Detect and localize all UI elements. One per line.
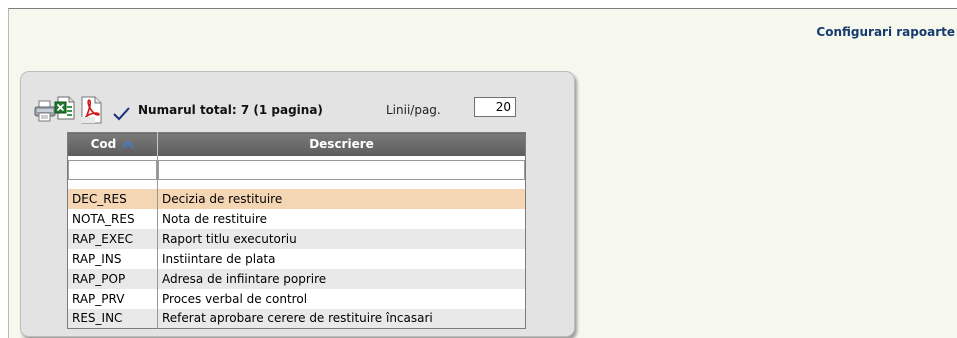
table-row[interactable]: RAP_INS Instiintare de plata xyxy=(67,248,526,269)
table-row[interactable]: RAP_POP Adresa de infiintare poprire xyxy=(67,268,526,289)
cell-description: Raport titlu executoriu xyxy=(157,228,526,249)
cell-description: Nota de restituire xyxy=(157,208,526,229)
table-header-row: Cod Descriere xyxy=(67,132,526,156)
table-row[interactable]: RAP_EXEC Raport titlu executoriu xyxy=(67,228,526,249)
page-title[interactable]: Configurari rapoarte xyxy=(816,25,955,39)
spacer-row xyxy=(67,181,526,189)
cell-description: Instiintare de plata xyxy=(157,248,526,269)
excel-export-icon[interactable] xyxy=(54,96,76,120)
filter-input-description[interactable] xyxy=(158,160,525,180)
filter-cell-description xyxy=(157,155,526,182)
filter-input-code[interactable] xyxy=(68,160,157,180)
column-header-description[interactable]: Descriere xyxy=(157,132,526,156)
column-header-code-label: Cod xyxy=(90,137,117,152)
filter-cell-code xyxy=(67,155,158,182)
cell-description: Referat aprobare cerere de restituire în… xyxy=(157,308,526,329)
reports-table: Cod Descriere DEC_RES Decizia de restitu… xyxy=(67,132,526,329)
check-icon[interactable] xyxy=(113,107,130,121)
table-row[interactable]: RES_INC Referat aprobare cerere de resti… xyxy=(67,308,526,329)
cell-description: Decizia de restituire xyxy=(157,188,526,209)
column-header-description-label: Descriere xyxy=(309,137,374,152)
sort-ascending-icon xyxy=(122,140,135,149)
lines-per-page-input[interactable] xyxy=(474,97,516,117)
printer-icon[interactable] xyxy=(34,100,56,122)
table-row[interactable]: DEC_RES Decizia de restituire xyxy=(67,188,526,209)
cell-code: RAP_EXEC xyxy=(67,228,158,249)
table-body: DEC_RES Decizia de restituire NOTA_RES N… xyxy=(67,188,526,329)
grid-toolbar: Numarul total: 7 (1 pagina) Linii/pag. xyxy=(34,96,574,126)
filter-row xyxy=(67,155,526,182)
cell-description: Proces verbal de control xyxy=(157,288,526,309)
total-records-text: Numarul total: 7 (1 pagina) xyxy=(138,103,323,117)
cell-code: DEC_RES xyxy=(67,188,158,209)
cell-description: Adresa de infiintare poprire xyxy=(157,268,526,289)
lines-per-page-label: Linii/pag. xyxy=(386,103,441,117)
column-header-code[interactable]: Cod xyxy=(67,132,158,156)
cell-code: RAP_PRV xyxy=(67,288,158,309)
report-list-panel: Numarul total: 7 (1 pagina) Linii/pag. C… xyxy=(20,71,575,337)
cell-code: RAP_POP xyxy=(67,268,158,289)
table-row[interactable]: RAP_PRV Proces verbal de control xyxy=(67,288,526,309)
table-row[interactable]: NOTA_RES Nota de restituire xyxy=(67,208,526,229)
cell-code: NOTA_RES xyxy=(67,208,158,229)
cell-code: RAP_INS xyxy=(67,248,158,269)
page-container: Configurari rapoarte Numarul total: 7 (1… xyxy=(8,8,957,338)
cell-code: RES_INC xyxy=(67,308,158,329)
pdf-export-icon[interactable] xyxy=(78,96,104,124)
